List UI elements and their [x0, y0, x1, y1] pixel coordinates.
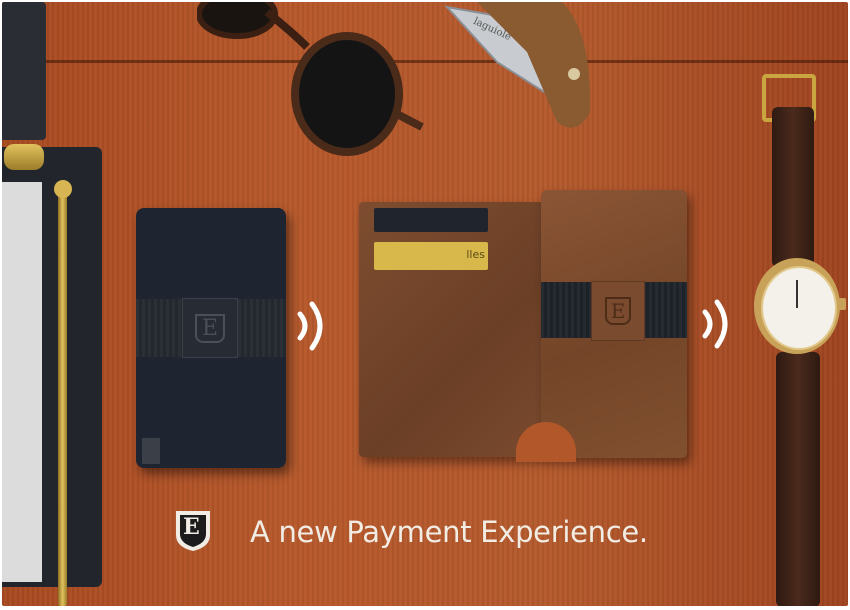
card-text: lles	[466, 248, 485, 261]
sunglasses	[197, 2, 424, 156]
product-photo: laguiole E lles E E A new Payment Experi…	[2, 2, 848, 606]
wallet-card-tab	[142, 438, 160, 464]
watch-crown	[838, 298, 846, 310]
pocket-knife	[444, 2, 591, 128]
logo-letter: E	[183, 514, 200, 540]
logo-shield-icon: E	[604, 297, 632, 325]
gold-pen	[58, 187, 67, 606]
wallet-badge: E	[182, 298, 238, 358]
leather-portfolio	[2, 2, 46, 140]
watch-strap-bottom	[776, 352, 820, 606]
pen-clip	[54, 180, 72, 198]
notebook	[2, 147, 102, 587]
pen-cap	[4, 144, 44, 170]
wireless-signal-icon	[297, 301, 323, 351]
watch-strap-top	[772, 107, 814, 267]
brown-wallet-left-panel	[359, 202, 544, 457]
watch-hand	[796, 280, 798, 308]
watch-dial	[761, 266, 837, 350]
card-gold: lles	[374, 242, 488, 270]
logo-shield-icon: E	[194, 313, 226, 343]
card-dark	[374, 208, 488, 232]
tagline: A new Payment Experience.	[250, 515, 648, 549]
wireless-signal-icon	[702, 299, 728, 349]
brown-wallet-badge: E	[591, 281, 645, 341]
